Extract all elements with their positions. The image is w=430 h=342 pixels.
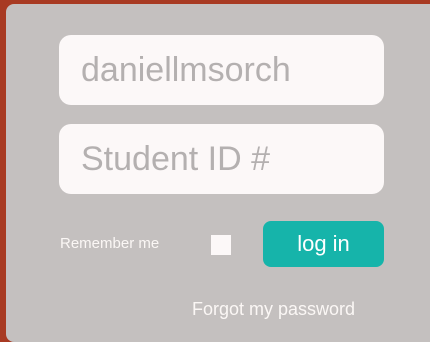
remember-me-checkbox[interactable] xyxy=(211,235,231,255)
username-input[interactable] xyxy=(59,35,384,105)
login-button[interactable]: log in xyxy=(263,221,384,267)
remember-me-label: Remember me xyxy=(60,235,160,252)
forgot-password-link[interactable]: Forgot my password xyxy=(192,299,355,320)
student-id-input[interactable] xyxy=(59,124,384,194)
